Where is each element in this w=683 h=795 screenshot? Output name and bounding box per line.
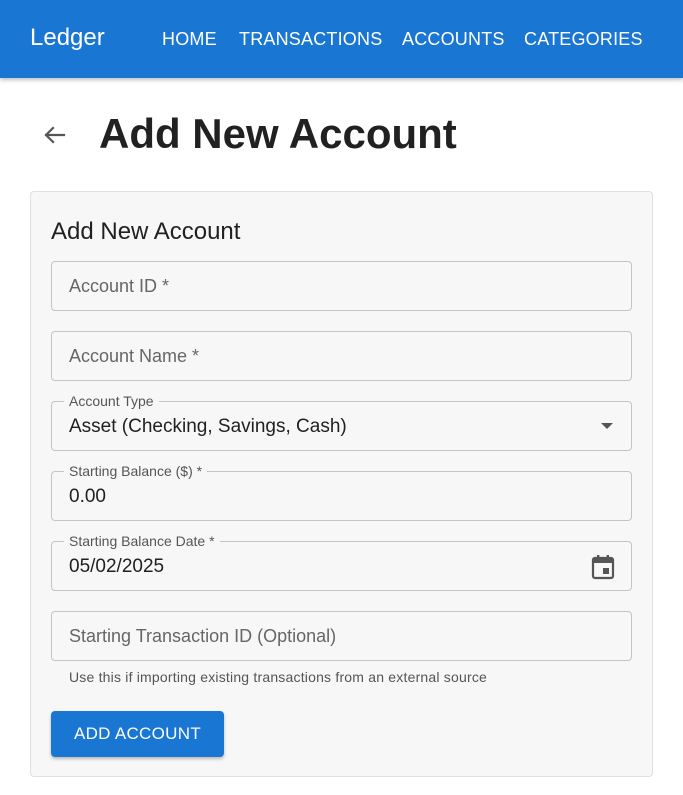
nav-transactions[interactable]: TRANSACTIONS	[239, 29, 382, 50]
add-account-form: Add New Account Account ID * Account Nam…	[30, 191, 653, 777]
nav-accounts[interactable]: ACCOUNTS	[402, 29, 505, 50]
account-id-placeholder: Account ID *	[69, 276, 170, 296]
starting-transaction-id-field[interactable]: Starting Transaction ID (Optional)	[51, 611, 632, 661]
calendar-icon[interactable]	[591, 554, 615, 580]
app-bar: Ledger HOME TRANSACTIONS ACCOUNTS CATEGO…	[0, 0, 683, 78]
starting-balance-field[interactable]: Starting Balance ($) * 0.00	[51, 463, 632, 521]
starting-balance-date-value: 05/02/2025	[69, 556, 165, 577]
back-button[interactable]	[40, 122, 70, 148]
starting-transaction-id-helper: Use this if importing existing transacti…	[69, 669, 488, 685]
starting-balance-date-field[interactable]: Starting Balance Date * 05/02/2025	[51, 533, 632, 591]
starting-transaction-id-placeholder: Starting Transaction ID (Optional)	[69, 626, 337, 646]
arrow-left-icon	[44, 126, 66, 144]
starting-balance-value: 0.00	[69, 486, 106, 507]
add-account-button[interactable]: ADD ACCOUNT	[51, 711, 224, 757]
chevron-down-icon	[601, 423, 613, 429]
brand-logo[interactable]: Ledger	[30, 24, 105, 52]
account-id-field[interactable]: Account ID *	[51, 261, 632, 311]
starting-balance-label: Starting Balance ($) *	[64, 463, 208, 479]
form-title: Add New Account	[51, 218, 241, 245]
account-type-label: Account Type	[64, 393, 159, 409]
starting-balance-date-label: Starting Balance Date *	[64, 533, 220, 549]
page-title: Add New Account	[99, 110, 457, 157]
account-type-select[interactable]: Account Type Asset (Checking, Savings, C…	[51, 393, 632, 451]
nav-home[interactable]: HOME	[162, 29, 217, 50]
account-type-value: Asset (Checking, Savings, Cash)	[69, 416, 347, 437]
nav-categories[interactable]: CATEGORIES	[524, 29, 643, 50]
account-name-placeholder: Account Name *	[69, 346, 200, 366]
account-name-field[interactable]: Account Name *	[51, 331, 632, 381]
